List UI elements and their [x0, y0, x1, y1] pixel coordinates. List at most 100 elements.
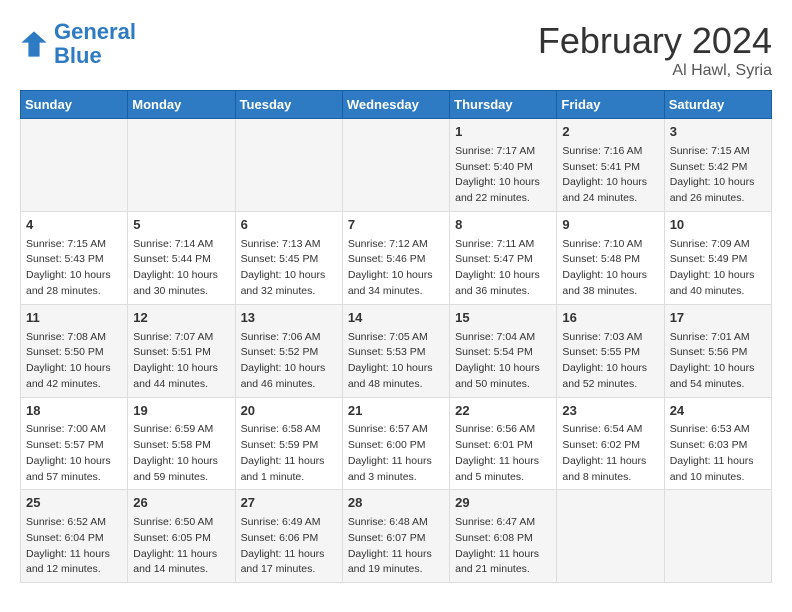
logo: General Blue — [20, 20, 136, 68]
day-number: 25 — [26, 494, 122, 513]
day-info: Sunrise: 7:01 AM Sunset: 5:56 PM Dayligh… — [670, 330, 766, 393]
day-number: 9 — [562, 216, 658, 235]
calendar-cell: 5 Sunrise: 7:14 AM Sunset: 5:44 PM Daylig… — [128, 211, 235, 304]
day-number: 17 — [670, 309, 766, 328]
calendar-week-row: 11 Sunrise: 7:08 AM Sunset: 5:50 PM Dayli… — [21, 304, 772, 397]
day-info: Sunrise: 6:56 AM Sunset: 6:01 PM Dayligh… — [455, 422, 551, 485]
day-number: 21 — [348, 402, 444, 421]
day-number: 26 — [133, 494, 229, 513]
day-number: 8 — [455, 216, 551, 235]
page-header: General Blue February 2024 Al Hawl, Syri… — [20, 20, 772, 80]
calendar-cell: 22Sunrise: 6:56 AM Sunset: 6:01 PM Dayli… — [450, 397, 557, 490]
day-number: 29 — [455, 494, 551, 513]
day-info: Sunrise: 7:10 AM Sunset: 5:48 PM Dayligh… — [562, 237, 658, 300]
calendar-cell: 1 Sunrise: 7:17 AM Sunset: 5:40 PM Daylig… — [450, 119, 557, 212]
day-info: Sunrise: 7:07 AM Sunset: 5:51 PM Dayligh… — [133, 330, 229, 393]
calendar-cell: 21Sunrise: 6:57 AM Sunset: 6:00 PM Dayli… — [342, 397, 449, 490]
day-info: Sunrise: 7:09 AM Sunset: 5:49 PM Dayligh… — [670, 237, 766, 300]
day-number: 19 — [133, 402, 229, 421]
calendar-cell: 15 Sunrise: 7:04 AM Sunset: 5:54 PM Dayli… — [450, 304, 557, 397]
day-number: 24 — [670, 402, 766, 421]
weekday-header-saturday: Saturday — [664, 91, 771, 119]
day-info: Sunrise: 7:08 AM Sunset: 5:50 PM Dayligh… — [26, 330, 122, 393]
day-info: Sunrise: 7:17 AM Sunset: 5:40 PM Dayligh… — [455, 144, 551, 207]
calendar-week-row: 1 Sunrise: 7:17 AM Sunset: 5:40 PM Daylig… — [21, 119, 772, 212]
calendar-cell: 20Sunrise: 6:58 AM Sunset: 5:59 PM Dayli… — [235, 397, 342, 490]
calendar-cell: 14Sunrise: 7:05 AM Sunset: 5:53 PM Dayli… — [342, 304, 449, 397]
calendar-cell: 6 Sunrise: 7:13 AM Sunset: 5:45 PM Daylig… — [235, 211, 342, 304]
calendar-cell: 29 Sunrise: 6:47 AM Sunset: 6:08 PM Dayli… — [450, 490, 557, 583]
day-info: Sunrise: 7:12 AM Sunset: 5:46 PM Dayligh… — [348, 237, 444, 300]
day-number: 6 — [241, 216, 337, 235]
calendar-cell: 17 Sunrise: 7:01 AM Sunset: 5:56 PM Dayli… — [664, 304, 771, 397]
day-number: 15 — [455, 309, 551, 328]
calendar-cell: 12 Sunrise: 7:07 AM Sunset: 5:51 PM Dayli… — [128, 304, 235, 397]
calendar-cell: 9 Sunrise: 7:10 AM Sunset: 5:48 PM Daylig… — [557, 211, 664, 304]
day-info: Sunrise: 7:15 AM Sunset: 5:42 PM Dayligh… — [670, 144, 766, 207]
day-info: Sunrise: 6:52 AM Sunset: 6:04 PM Dayligh… — [26, 515, 122, 578]
day-info: Sunrise: 6:57 AM Sunset: 6:00 PM Dayligh… — [348, 422, 444, 485]
day-info: Sunrise: 7:16 AM Sunset: 5:41 PM Dayligh… — [562, 144, 658, 207]
calendar-cell: 16 Sunrise: 7:03 AM Sunset: 5:55 PM Dayli… — [557, 304, 664, 397]
day-info: Sunrise: 7:00 AM Sunset: 5:57 PM Dayligh… — [26, 422, 122, 485]
day-info: Sunrise: 7:11 AM Sunset: 5:47 PM Dayligh… — [455, 237, 551, 300]
calendar-cell: 2 Sunrise: 7:16 AM Sunset: 5:41 PM Daylig… — [557, 119, 664, 212]
calendar-cell: 4 Sunrise: 7:15 AM Sunset: 5:43 PM Daylig… — [21, 211, 128, 304]
day-number: 28 — [348, 494, 444, 513]
sub-title: Al Hawl, Syria — [538, 62, 772, 80]
weekday-header-thursday: Thursday — [450, 91, 557, 119]
day-info: Sunrise: 6:50 AM Sunset: 6:05 PM Dayligh… — [133, 515, 229, 578]
day-number: 27 — [241, 494, 337, 513]
day-number: 4 — [26, 216, 122, 235]
calendar-cell: 27Sunrise: 6:49 AM Sunset: 6:06 PM Dayli… — [235, 490, 342, 583]
day-info: Sunrise: 6:53 AM Sunset: 6:03 PM Dayligh… — [670, 422, 766, 485]
day-info: Sunrise: 6:47 AM Sunset: 6:08 PM Dayligh… — [455, 515, 551, 578]
day-info: Sunrise: 6:48 AM Sunset: 6:07 PM Dayligh… — [348, 515, 444, 578]
calendar-cell: 7 Sunrise: 7:12 AM Sunset: 5:46 PM Daylig… — [342, 211, 449, 304]
calendar-cell: 25 Sunrise: 6:52 AM Sunset: 6:04 PM Dayli… — [21, 490, 128, 583]
logo-text: General Blue — [54, 20, 136, 68]
day-number: 10 — [670, 216, 766, 235]
calendar-cell: 8 Sunrise: 7:11 AM Sunset: 5:47 PM Daylig… — [450, 211, 557, 304]
day-info: Sunrise: 7:13 AM Sunset: 5:45 PM Dayligh… — [241, 237, 337, 300]
day-number: 12 — [133, 309, 229, 328]
day-info: Sunrise: 7:15 AM Sunset: 5:43 PM Dayligh… — [26, 237, 122, 300]
weekday-header-monday: Monday — [128, 91, 235, 119]
day-number: 2 — [562, 123, 658, 142]
day-number: 20 — [241, 402, 337, 421]
day-info: Sunrise: 7:04 AM Sunset: 5:54 PM Dayligh… — [455, 330, 551, 393]
day-info: Sunrise: 6:58 AM Sunset: 5:59 PM Dayligh… — [241, 422, 337, 485]
calendar-week-row: 4 Sunrise: 7:15 AM Sunset: 5:43 PM Daylig… — [21, 211, 772, 304]
calendar-cell: 3 Sunrise: 7:15 AM Sunset: 5:42 PM Daylig… — [664, 119, 771, 212]
day-info: Sunrise: 7:14 AM Sunset: 5:44 PM Dayligh… — [133, 237, 229, 300]
calendar-cell: 26 Sunrise: 6:50 AM Sunset: 6:05 PM Dayli… — [128, 490, 235, 583]
calendar-cell — [128, 119, 235, 212]
calendar-cell: 24Sunrise: 6:53 AM Sunset: 6:03 PM Dayli… — [664, 397, 771, 490]
day-number: 7 — [348, 216, 444, 235]
weekday-header-friday: Friday — [557, 91, 664, 119]
day-info: Sunrise: 7:03 AM Sunset: 5:55 PM Dayligh… — [562, 330, 658, 393]
day-info: Sunrise: 6:54 AM Sunset: 6:02 PM Dayligh… — [562, 422, 658, 485]
calendar-cell: 10 Sunrise: 7:09 AM Sunset: 5:49 PM Dayli… — [664, 211, 771, 304]
day-number: 5 — [133, 216, 229, 235]
day-number: 22 — [455, 402, 551, 421]
title-block: February 2024 Al Hawl, Syria — [538, 20, 772, 80]
calendar-cell: 19Sunrise: 6:59 AM Sunset: 5:58 PM Dayli… — [128, 397, 235, 490]
main-title: February 2024 — [538, 20, 772, 62]
weekday-header-row: SundayMondayTuesdayWednesdayThursdayFrid… — [21, 91, 772, 119]
calendar-cell — [664, 490, 771, 583]
calendar-cell: 11 Sunrise: 7:08 AM Sunset: 5:50 PM Dayli… — [21, 304, 128, 397]
calendar-table: SundayMondayTuesdayWednesdayThursdayFrid… — [20, 90, 772, 583]
day-number: 13 — [241, 309, 337, 328]
calendar-cell — [557, 490, 664, 583]
day-number: 1 — [455, 123, 551, 142]
day-number: 11 — [26, 309, 122, 328]
calendar-cell — [235, 119, 342, 212]
calendar-cell: 13Sunrise: 7:06 AM Sunset: 5:52 PM Dayli… — [235, 304, 342, 397]
weekday-header-tuesday: Tuesday — [235, 91, 342, 119]
calendar-cell — [21, 119, 128, 212]
day-number: 3 — [670, 123, 766, 142]
day-info: Sunrise: 6:59 AM Sunset: 5:58 PM Dayligh… — [133, 422, 229, 485]
day-number: 16 — [562, 309, 658, 328]
calendar-cell: 28 Sunrise: 6:48 AM Sunset: 6:07 PM Dayli… — [342, 490, 449, 583]
